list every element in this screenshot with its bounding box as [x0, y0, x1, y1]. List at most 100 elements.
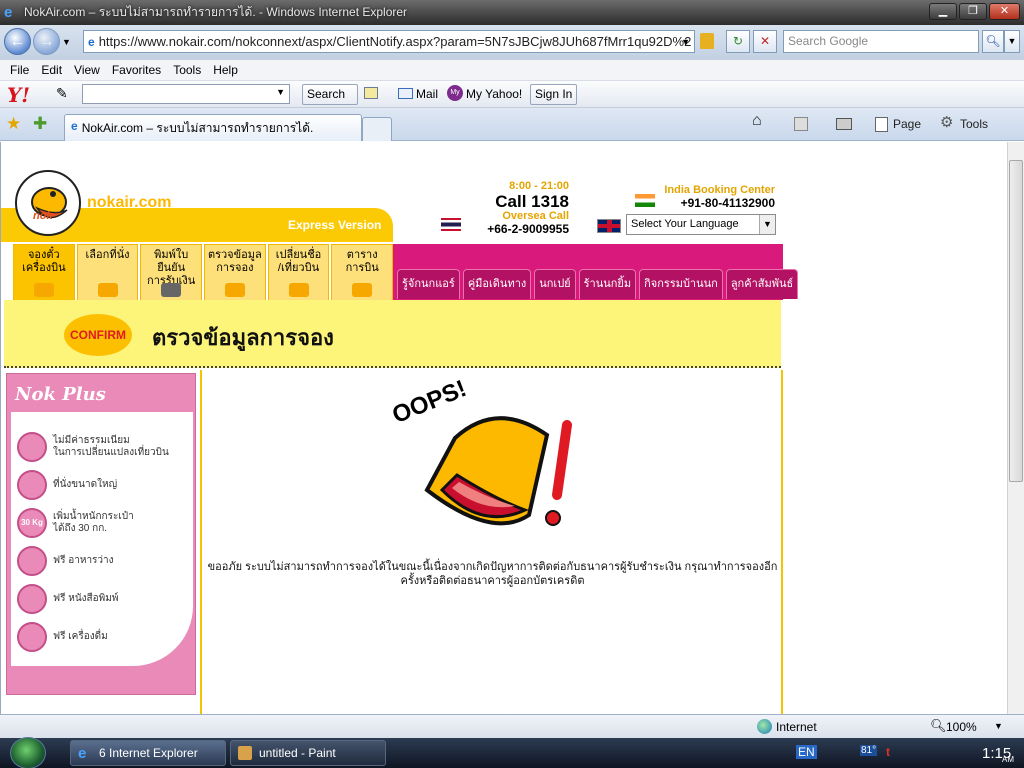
nav-flight-schedule[interactable]: ตาราง การบิน	[331, 244, 394, 300]
scrollbar-thumb[interactable]	[1009, 160, 1023, 482]
tab-bar: ★ ✚ e NokAir.com – ระบบไม่สามารถทำรายการ…	[0, 108, 1024, 141]
nok-plus-text: ฟรี เครื่องดื่ม	[53, 631, 108, 642]
my-yahoo-icon[interactable]: My	[447, 85, 463, 101]
menu-tools[interactable]: Tools	[173, 63, 201, 77]
tools-menu[interactable]: Tools	[960, 117, 988, 131]
search-input[interactable]: Search Google	[783, 30, 979, 53]
nav-print-receipt[interactable]: พิมพ์ใบยืนยัน การรับเงิน	[140, 244, 203, 300]
close-button[interactable]: ✕	[989, 3, 1020, 20]
address-dropdown-icon[interactable]: ▼	[681, 37, 690, 47]
forward-button[interactable]: →	[33, 28, 60, 55]
page-menu[interactable]: Page	[893, 117, 921, 131]
newspaper-icon	[17, 584, 47, 614]
gear-icon[interactable]: ⚙	[940, 113, 953, 131]
menu-bar: File Edit View Favorites Tools Help	[0, 60, 1024, 81]
print-icon[interactable]	[836, 118, 852, 130]
menu-file[interactable]: File	[10, 63, 29, 77]
oops-illustration: OOPS!	[389, 375, 597, 550]
status-bar: Internet 🔍︎ 100% ▼	[0, 714, 1024, 738]
menu-favorites[interactable]: Favorites	[112, 63, 161, 77]
pink-tab-nokpay[interactable]: นกเปย์	[534, 269, 576, 299]
lock-icon[interactable]	[700, 33, 714, 49]
zoom-level[interactable]: 100%	[946, 720, 977, 734]
toolbar-options-icon[interactable]	[364, 87, 378, 99]
search-options-button[interactable]: ▼	[1004, 30, 1020, 53]
paint-icon	[238, 746, 252, 760]
security-zone[interactable]: Internet	[776, 720, 817, 734]
globe-icon	[757, 719, 772, 734]
back-button[interactable]: ←	[4, 28, 31, 55]
address-input[interactable]: e https://www.nokair.com/nokconnext/aspx…	[83, 30, 695, 53]
start-button[interactable]	[10, 737, 46, 768]
tray-icons[interactable]: t	[886, 745, 890, 759]
address-url: https://www.nokair.com/nokconnext/aspx/C…	[98, 34, 692, 49]
yahoo-search-button[interactable]: Search	[302, 84, 358, 105]
yahoo-toolbar: Y! ✎ ▼ Search Mail My My Yahoo! Sign In	[0, 81, 1024, 108]
search-go-button[interactable]: 🔍︎	[982, 30, 1004, 53]
sign-in-button[interactable]: Sign In	[530, 84, 578, 105]
pink-tab-travel-guide[interactable]: คู่มือเดินทาง	[462, 269, 532, 299]
yahoo-logo-icon[interactable]: Y!	[7, 83, 30, 107]
nav-book-flight[interactable]: จองตั๋ว เครื่องบิน	[13, 244, 75, 300]
nav-check-booking[interactable]: ตรวจข้อมูล การจอง	[204, 244, 266, 300]
nok-plus-text: ที่นั่งขนาดใหญ่	[53, 479, 118, 490]
pencil-icon[interactable]: ✎	[56, 85, 68, 102]
nav-label: ตรวจข้อมูล การจอง	[207, 249, 262, 274]
hours: 8:00 - 21:00	[509, 180, 569, 192]
nok-plus-text: ฟรี อาหารว่าง	[53, 555, 114, 566]
nok-plus-item: ฟรี เครื่องดื่ม	[17, 622, 193, 652]
menu-view[interactable]: View	[74, 63, 100, 77]
page-viewport: nok nokair.com Express Version 8:00 - 21…	[0, 142, 1007, 714]
zoom-dropdown-icon[interactable]: ▼	[994, 721, 1003, 731]
stop-button[interactable]: ✕	[753, 30, 777, 53]
pink-tab-customer[interactable]: ลูกค้าสัมพันธ์	[725, 269, 799, 299]
favorites-star-icon[interactable]: ★	[6, 114, 21, 134]
pink-tab-activities[interactable]: กิจกรรมบ้านนก	[639, 269, 723, 299]
language-indicator[interactable]: EN	[796, 745, 817, 759]
nok-header: nok nokair.com Express Version 8:00 - 21…	[1, 142, 1007, 302]
menu-help[interactable]: Help	[213, 63, 238, 77]
taskbar-paint[interactable]: untitled - Paint	[230, 740, 386, 766]
drink-icon	[17, 622, 47, 652]
zoom-icon[interactable]: 🔍︎	[930, 718, 947, 734]
add-favorites-icon[interactable]: ✚	[33, 114, 47, 134]
yahoo-search-input[interactable]: ▼	[82, 84, 290, 104]
taskbar-ie[interactable]: 6 Internet Explorer	[70, 740, 226, 766]
dropdown-icon[interactable]: ▼	[276, 87, 285, 97]
nav-label: จองตั๋ว เครื่องบิน	[22, 249, 66, 274]
mail-label[interactable]: Mail	[416, 87, 438, 101]
clock-ampm: AM	[1002, 755, 1014, 764]
nav-change-flight[interactable]: เปลี่ยนชื่อ /เที่ยวบิน	[267, 244, 330, 300]
nok-bird-logo-icon[interactable]: nok	[15, 170, 81, 236]
nok-plus-title: Nok Plus	[15, 384, 106, 405]
tab-nokair[interactable]: e NokAir.com – ระบบไม่สามารถทำรายการได้.	[64, 114, 362, 141]
chevron-down-icon[interactable]: ▼	[759, 215, 775, 234]
vertical-scrollbar[interactable]	[1007, 142, 1024, 714]
language-select[interactable]: Select Your Language ▼	[626, 214, 776, 235]
ticket-icon	[33, 283, 54, 297]
menu-edit[interactable]: Edit	[41, 63, 62, 77]
page-menu-icon[interactable]	[875, 117, 888, 132]
nok-plus-item: ไม่มีค่าธรรมเนียม ในการเปลี่ยนแปลงเที่ยว…	[17, 432, 193, 462]
express-version-label: Express Version	[288, 218, 382, 232]
history-dropdown-icon[interactable]: ▼	[62, 37, 71, 47]
nav-select-seat[interactable]: เลือกที่นั่ง	[76, 244, 139, 300]
pink-tab-about[interactable]: รู้จักนกแอร์	[397, 269, 460, 299]
my-yahoo-label[interactable]: My Yahoo!	[466, 87, 522, 101]
mail-icon[interactable]	[398, 88, 413, 99]
refresh-button[interactable]: ↻	[726, 30, 750, 53]
maximize-button[interactable]: ❐	[959, 3, 987, 20]
seat-icon	[17, 470, 47, 500]
nav-label: ตาราง การบิน	[345, 249, 379, 274]
home-icon[interactable]: ⌂	[752, 112, 762, 130]
new-tab-button[interactable]	[362, 117, 392, 141]
temperature[interactable]: 81°	[860, 745, 878, 756]
feeds-icon[interactable]	[794, 117, 808, 131]
brand-name[interactable]: nokair.com	[87, 194, 171, 212]
nav-label: เปลี่ยนชื่อ /เที่ยวบิน	[275, 249, 322, 274]
taskbar: 6 Internet Explorer e untitled - Paint E…	[0, 737, 1024, 768]
minimize-button[interactable]: ▁	[929, 3, 957, 20]
window-title: NokAir.com – ระบบไม่สามารถทำรายการได้. -…	[24, 5, 408, 19]
nok-plus-text: เพิ่มน้ำหนักกระเป๋า ได้ถึง 30 กก.	[53, 511, 134, 534]
pink-tab-shop[interactable]: ร้านนกยิ้ม	[578, 269, 637, 299]
